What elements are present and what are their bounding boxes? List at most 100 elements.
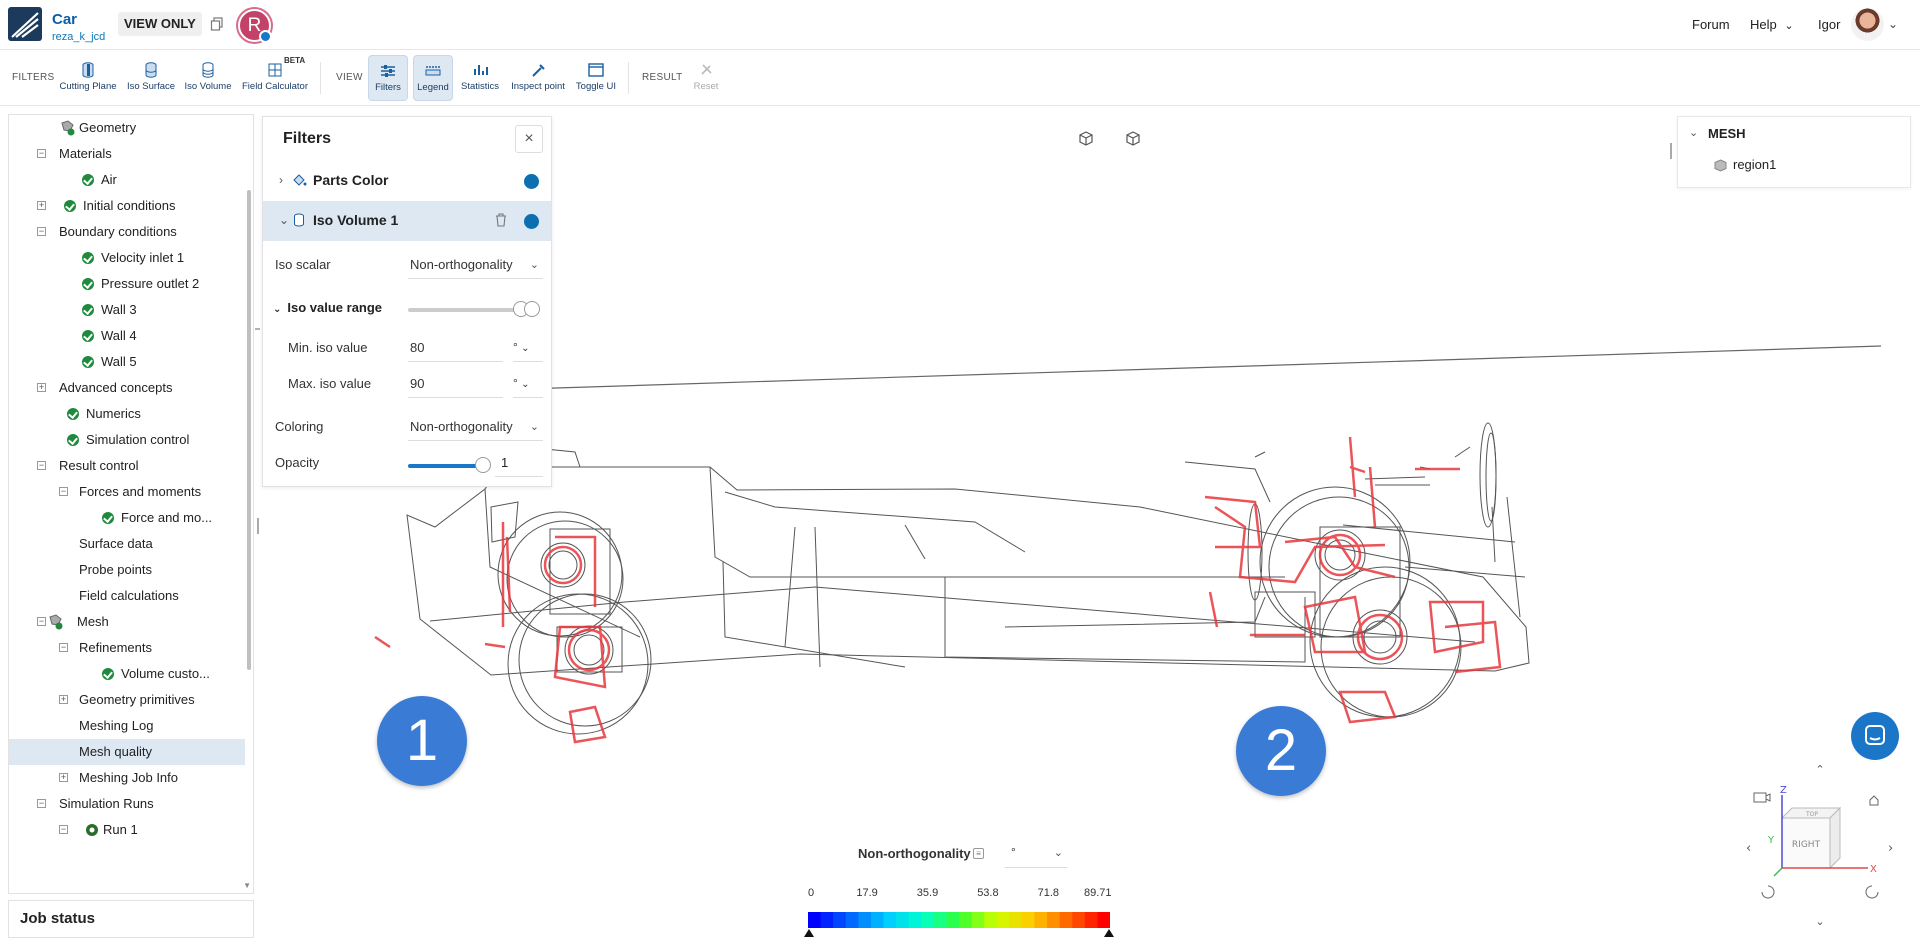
tree-item[interactable]: − Mesh <box>9 609 245 635</box>
expand-icon[interactable]: + <box>59 695 68 704</box>
filter-item-parts-color[interactable]: › Parts Color <box>263 161 551 201</box>
iso-value-range-toggle[interactable]: ⌄ Iso value range <box>273 300 382 315</box>
toggle-ui-button[interactable]: Toggle UI <box>573 55 619 101</box>
tree-item[interactable]: + Meshing Job Info <box>9 765 245 791</box>
tree-item[interactable]: − Simulation Runs <box>9 791 245 817</box>
tree-item[interactable]: Wall 5 <box>9 349 245 375</box>
collapse-icon[interactable]: − <box>37 461 46 470</box>
statistics-button[interactable]: Statistics <box>458 55 502 101</box>
chat-support-button[interactable] <box>1851 712 1899 760</box>
iso-surface-button[interactable]: Iso Surface <box>124 55 178 101</box>
project-owner[interactable]: reza_k_jcd <box>52 31 105 43</box>
user-name[interactable]: Igor <box>1818 17 1840 32</box>
tree-item[interactable]: Mesh quality <box>9 739 245 765</box>
tree-item[interactable]: Wall 4 <box>9 323 245 349</box>
close-icon[interactable]: × <box>515 125 543 153</box>
tree-item[interactable]: + Geometry primitives <box>9 687 245 713</box>
tree-item[interactable]: − Materials <box>9 141 245 167</box>
iso-volume-color-swatch[interactable] <box>524 214 539 229</box>
chevron-down-icon[interactable]: ⌄ <box>1888 17 1898 31</box>
tree-item[interactable]: Meshing Log <box>9 713 245 739</box>
tree-item[interactable]: Probe points <box>9 557 245 583</box>
tree-item[interactable]: Air <box>9 167 245 193</box>
tree-item[interactable]: − Refinements <box>9 635 245 661</box>
scroll-down-icon[interactable]: ▼ <box>243 881 251 890</box>
expand-icon[interactable]: + <box>37 201 46 210</box>
opacity-slider-track[interactable] <box>408 464 483 468</box>
tree-item[interactable]: Numerics <box>9 401 245 427</box>
max-iso-input[interactable]: 90 <box>408 370 503 398</box>
tree-item[interactable]: Velocity inlet 1 <box>9 245 245 271</box>
max-iso-unit-select[interactable]: ° ⌄ <box>513 370 543 398</box>
tree-item[interactable]: Force and mo... <box>9 505 245 531</box>
iso-range-max-thumb[interactable] <box>524 301 540 317</box>
left-panel-collapse-handle[interactable] <box>257 518 259 534</box>
chevron-down-icon[interactable]: ⌄ <box>1689 126 1698 139</box>
expand-icon[interactable]: + <box>37 383 46 392</box>
tree-scrollbar[interactable] <box>247 190 251 670</box>
tree-item[interactable]: Surface data <box>9 531 245 557</box>
legend-max-marker[interactable] <box>1104 929 1114 937</box>
simscale-logo-icon[interactable] <box>8 7 42 41</box>
user-avatar[interactable] <box>1851 8 1884 41</box>
tree-item[interactable]: + Advanced concepts <box>9 375 245 401</box>
expand-icon[interactable]: + <box>59 773 68 782</box>
legend-toggle-button[interactable]: Legend <box>413 55 453 101</box>
check-icon <box>82 252 94 264</box>
right-panel-collapse-handle[interactable] <box>1670 143 1672 159</box>
min-iso-input[interactable]: 80 <box>408 334 503 362</box>
mesh-panel-title: MESH <box>1708 126 1746 141</box>
chevron-down-icon[interactable]: ⌄ <box>279 213 289 227</box>
field-calculator-button[interactable]: Field Calculator <box>240 55 310 101</box>
project-name[interactable]: Car <box>52 11 77 28</box>
tree-item[interactable]: Field calculations <box>9 583 245 609</box>
perspective-cube-icon[interactable] <box>1124 130 1142 148</box>
legend-min-marker[interactable] <box>804 929 814 937</box>
copy-icon[interactable] <box>210 17 224 31</box>
collapse-icon[interactable]: − <box>37 617 46 626</box>
chevron-right-icon[interactable]: › <box>279 173 283 187</box>
collapse-icon[interactable]: − <box>59 825 68 834</box>
collapse-icon[interactable]: − <box>37 799 46 808</box>
job-status-panel[interactable]: Job status <box>8 900 254 938</box>
iso-scalar-select[interactable]: Non-orthogonality ⌄ <box>408 251 543 279</box>
collapse-icon[interactable]: − <box>59 643 68 652</box>
legend-settings-icon[interactable]: ≡ <box>973 848 984 859</box>
tree-item[interactable]: Pressure outlet 2 <box>9 271 245 297</box>
tree-item[interactable]: Geometry <box>9 115 245 141</box>
help-menu[interactable]: Help ⌄ <box>1750 17 1794 32</box>
legend-unit-select[interactable]: ° ⌄ <box>1005 842 1067 868</box>
mesh-region-item[interactable]: region1 <box>1733 157 1776 172</box>
cutting-plane-button[interactable]: Cutting Plane <box>58 55 118 101</box>
iso-volume-button[interactable]: Iso Volume <box>183 55 233 101</box>
tree-item[interactable]: Volume custo... <box>9 661 245 687</box>
iso-view-cube-icon[interactable] <box>1077 130 1095 148</box>
tree-item[interactable]: − Run 1 <box>9 817 245 843</box>
reset-button[interactable]: Reset <box>686 55 726 101</box>
trash-icon[interactable] <box>495 213 507 227</box>
inspect-point-button[interactable]: Inspect point <box>508 55 568 101</box>
opacity-input[interactable]: 1 <box>495 449 543 477</box>
tree-item[interactable]: Simulation control <box>9 427 245 453</box>
filters-toggle-button[interactable]: Filters <box>368 55 408 101</box>
iso-surface-icon <box>145 62 157 78</box>
legend-tick-label: 89.71 <box>1084 887 1112 899</box>
min-iso-unit-select[interactable]: ° ⌄ <box>513 334 543 362</box>
check-icon <box>64 200 76 212</box>
collaborator-avatar[interactable]: R <box>238 9 272 43</box>
forum-link[interactable]: Forum <box>1692 17 1730 32</box>
orientation-widget[interactable]: ⌃ ‹ › ⌄ RIGHT TOP Z X Y <box>1740 760 1900 930</box>
parts-color-swatch[interactable] <box>524 174 539 189</box>
collapse-icon[interactable]: − <box>59 487 68 496</box>
tree-item[interactable]: − Boundary conditions <box>9 219 245 245</box>
collapse-icon[interactable]: − <box>37 227 46 236</box>
coloring-select[interactable]: Non-orthogonality ⌄ <box>408 413 543 441</box>
tree-item[interactable]: − Result control <box>9 453 245 479</box>
legend-color-step <box>1047 912 1061 928</box>
opacity-slider-thumb[interactable] <box>475 457 491 473</box>
filter-item-iso-volume[interactable]: ⌄ Iso Volume 1 <box>263 201 551 241</box>
tree-item[interactable]: Wall 3 <box>9 297 245 323</box>
tree-item[interactable]: − Forces and moments <box>9 479 245 505</box>
tree-item[interactable]: + Initial conditions <box>9 193 245 219</box>
collapse-icon[interactable]: − <box>37 149 46 158</box>
